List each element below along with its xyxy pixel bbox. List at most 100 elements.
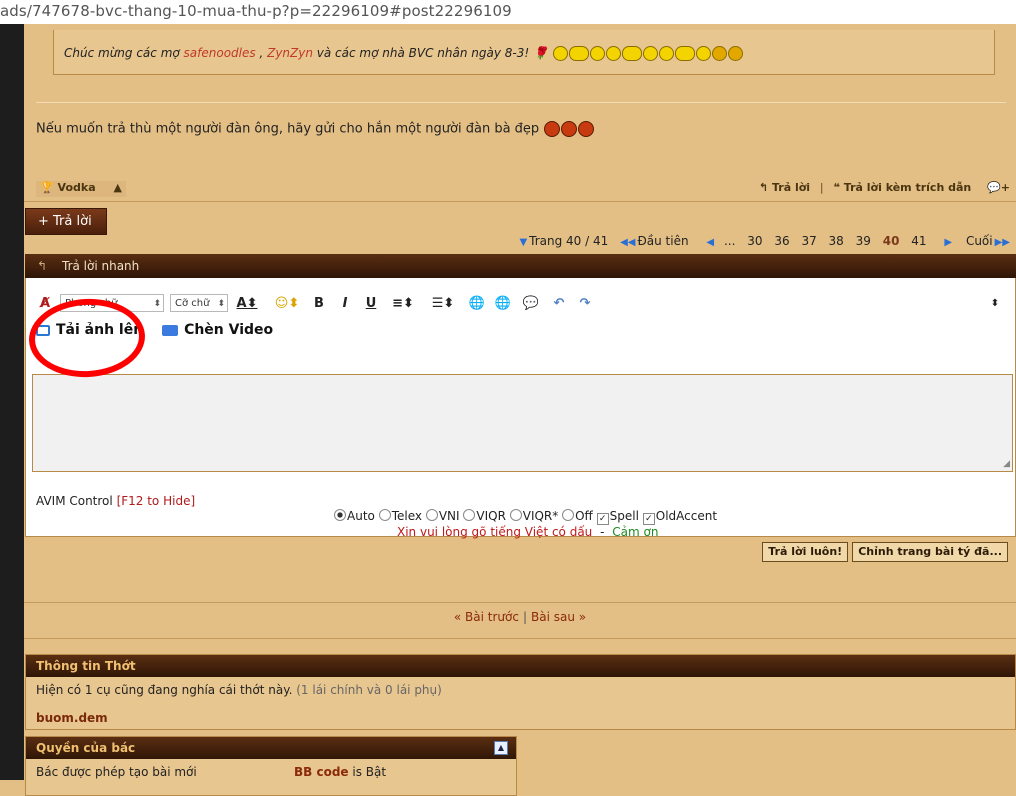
reply-quote-link[interactable]: Trả lời kèm trích dẫn: [844, 181, 971, 194]
warning-icon[interactable]: ▲: [113, 181, 121, 194]
prev-thread-link[interactable]: « Bài trước: [454, 610, 519, 624]
quick-reply-header: ↰ Trả lời nhanh: [25, 254, 1016, 278]
post-footer: 🏆 Vodka ▲ ↰ Trả lời | ❝ Trả lời kèm tríc…: [24, 177, 1016, 202]
address-bar[interactable]: ads/747678-bvc-thang-10-mua-thu-p?p=2229…: [0, 0, 1016, 25]
laughing-icon: [561, 121, 578, 137]
permissions-row: Bác được phép tạo bài mới BB code is Bật: [36, 765, 387, 779]
separator-line: [24, 638, 1016, 639]
smiley-icon: [605, 46, 621, 61]
post-author[interactable]: Vodka: [58, 181, 96, 194]
size-select[interactable]: Cỡ chữ: [170, 294, 228, 313]
reply-arrow-icon: ↰: [758, 181, 769, 194]
next-thread-link[interactable]: Bài sau »: [531, 610, 586, 624]
last-page-icon[interactable]: ▶▶: [995, 237, 1010, 248]
mode-radio-vni[interactable]: [425, 509, 438, 521]
spell-checkbox[interactable]: ✓: [596, 513, 609, 525]
viewer-user-link[interactable]: buom.dem: [36, 711, 108, 725]
redo-icon[interactable]: ↷: [576, 294, 594, 314]
permissions-title: Quyền của bác ▲: [26, 737, 516, 759]
reply-textarea[interactable]: ◢: [32, 374, 1013, 472]
user-link-safenoodles[interactable]: safenoodles: [184, 46, 256, 60]
kiss-smiley-icon: [727, 46, 743, 61]
undo-icon[interactable]: ↶: [550, 294, 568, 314]
quick-reply-editor: A̸ Phong chữ Cỡ chữ A⬍ ☺⬍ B I U ≡⬍ ☰⬍ 🌐 …: [25, 278, 1016, 539]
next-page-icon[interactable]: ▶: [944, 237, 952, 248]
page-link-38[interactable]: 38: [829, 234, 844, 248]
rose-icon: 🌹: [532, 46, 548, 60]
text-color-icon[interactable]: A⬍: [234, 294, 260, 314]
page-link-37[interactable]: 37: [801, 234, 816, 248]
resize-handle-icon[interactable]: ◢: [1003, 459, 1010, 469]
post-author-box: 🏆 Vodka ▲: [36, 181, 126, 197]
reply-arrow-icon: ↰: [37, 259, 48, 273]
post-actions: ↰ Trả lời | ❝ Trả lời kèm trích dẫn 💬+: [758, 181, 1010, 194]
reply-button[interactable]: + Trả lời: [25, 208, 107, 235]
first-page-link[interactable]: Đầu tiên: [637, 234, 688, 248]
remove-link-icon[interactable]: 🌐: [494, 294, 512, 314]
mode-radio-viqr-star[interactable]: [509, 509, 522, 521]
insert-video-link[interactable]: Chèn Video: [184, 322, 273, 338]
laughing-icon: [578, 121, 595, 137]
page-label[interactable]: Trang 40 / 41: [529, 234, 608, 248]
quote-icon: ❝: [833, 181, 840, 194]
smiley-picker-icon[interactable]: ☺⬍: [274, 294, 300, 314]
quote-text: Chúc mừng các mợ safenoodles , ZynZyn và…: [64, 46, 743, 61]
separator-line: [24, 602, 1016, 603]
page-link-36[interactable]: 36: [774, 234, 789, 248]
thread-info-body: Hiện có 1 cụ cũng đang nghía cái thớt nà…: [36, 683, 442, 697]
first-page-icon[interactable]: ◀◀: [620, 237, 635, 248]
smiley-icon: [695, 46, 711, 61]
smiley-icon: [658, 46, 674, 61]
video-camera-icon: [162, 324, 179, 336]
mode-radio-telex[interactable]: [378, 509, 391, 521]
advanced-edit-button[interactable]: Chỉnh trang bài tý đã...: [852, 542, 1008, 562]
glasses-smiley-icon: [568, 46, 589, 61]
pagination: ▼ Trang 40 / 41 ◀◀ Đầu tiên ◀ ... 30 36 37…: [517, 234, 1012, 248]
avim-control: AVIM Control [F12 to Hide]: [36, 494, 196, 508]
mode-radio-off[interactable]: [562, 509, 575, 521]
page-link-41[interactable]: 41: [911, 234, 926, 248]
pager-ellipsis: ...: [723, 234, 736, 248]
quick-reply-title: Trả lời nhanh: [62, 259, 140, 273]
mode-radio-viqr[interactable]: [463, 509, 476, 521]
post-message: Nếu muốn trả thù một người đàn ông, hãy …: [36, 121, 595, 137]
list-icon[interactable]: ☰⬍: [428, 294, 458, 314]
dropdown-arrow-icon[interactable]: ▼: [519, 237, 527, 248]
align-icon[interactable]: ≡⬍: [390, 294, 416, 314]
url-text: ads/747678-bvc-thang-10-mua-thu-p?p=2229…: [0, 2, 512, 20]
smiley-icon: [642, 46, 658, 61]
smiley-icon: [552, 46, 568, 61]
old-accent-checkbox[interactable]: ✓: [642, 513, 655, 525]
bbcode-link[interactable]: BB code: [294, 765, 349, 779]
underline-icon[interactable]: U: [362, 294, 380, 314]
resize-editor-icon[interactable]: ⬍: [986, 294, 1004, 314]
multi-quote-icon[interactable]: 💬+: [987, 181, 1010, 194]
input-mode-options: Auto Telex VNI VIQR VIQR* Off ✓ Spell ✓ Ol…: [334, 509, 717, 525]
page-link-39[interactable]: 39: [856, 234, 871, 248]
page-link-30[interactable]: 30: [747, 234, 762, 248]
laughing-icon: [544, 121, 561, 137]
bold-icon[interactable]: B: [310, 294, 328, 314]
italic-icon[interactable]: I: [336, 294, 354, 314]
mode-radio-auto[interactable]: [334, 509, 346, 521]
user-link-zynzyn[interactable]: ZynZyn: [267, 46, 313, 60]
last-page-link[interactable]: Cuối: [966, 234, 993, 248]
submit-reply-button[interactable]: Trả lời luôn!: [762, 542, 849, 562]
kiss-smiley-icon: [711, 46, 727, 61]
trophy-icon: 🏆: [40, 181, 54, 194]
prev-page-icon[interactable]: ◀: [706, 237, 714, 248]
reply-link[interactable]: Trả lời: [772, 181, 810, 194]
quote-bubble-icon[interactable]: 💬: [522, 294, 540, 314]
typing-hint: Xin vui lòng gõ tiếng Việt có dấu - Cảm …: [397, 525, 659, 539]
signature-quote: Chúc mừng các mợ safenoodles , ZynZyn và…: [53, 30, 995, 75]
permissions-box: Quyền của bác ▲ Bác được phép tạo bài mớ…: [25, 736, 517, 796]
thread-info-box: Thông tin Thớt Hiện có 1 cụ cũng đang ng…: [25, 654, 1016, 730]
left-dark-strip: [0, 24, 24, 780]
page-content: Chúc mừng các mợ safenoodles , ZynZyn và…: [24, 24, 1016, 796]
thread-info-title: Thông tin Thớt: [26, 655, 1015, 677]
collapse-icon[interactable]: ▲: [494, 741, 508, 755]
page-current: 40: [882, 234, 900, 248]
post-divider: [36, 102, 1006, 103]
avim-hide-link[interactable]: [F12 to Hide]: [117, 494, 196, 508]
insert-link-icon[interactable]: 🌐: [468, 294, 486, 314]
